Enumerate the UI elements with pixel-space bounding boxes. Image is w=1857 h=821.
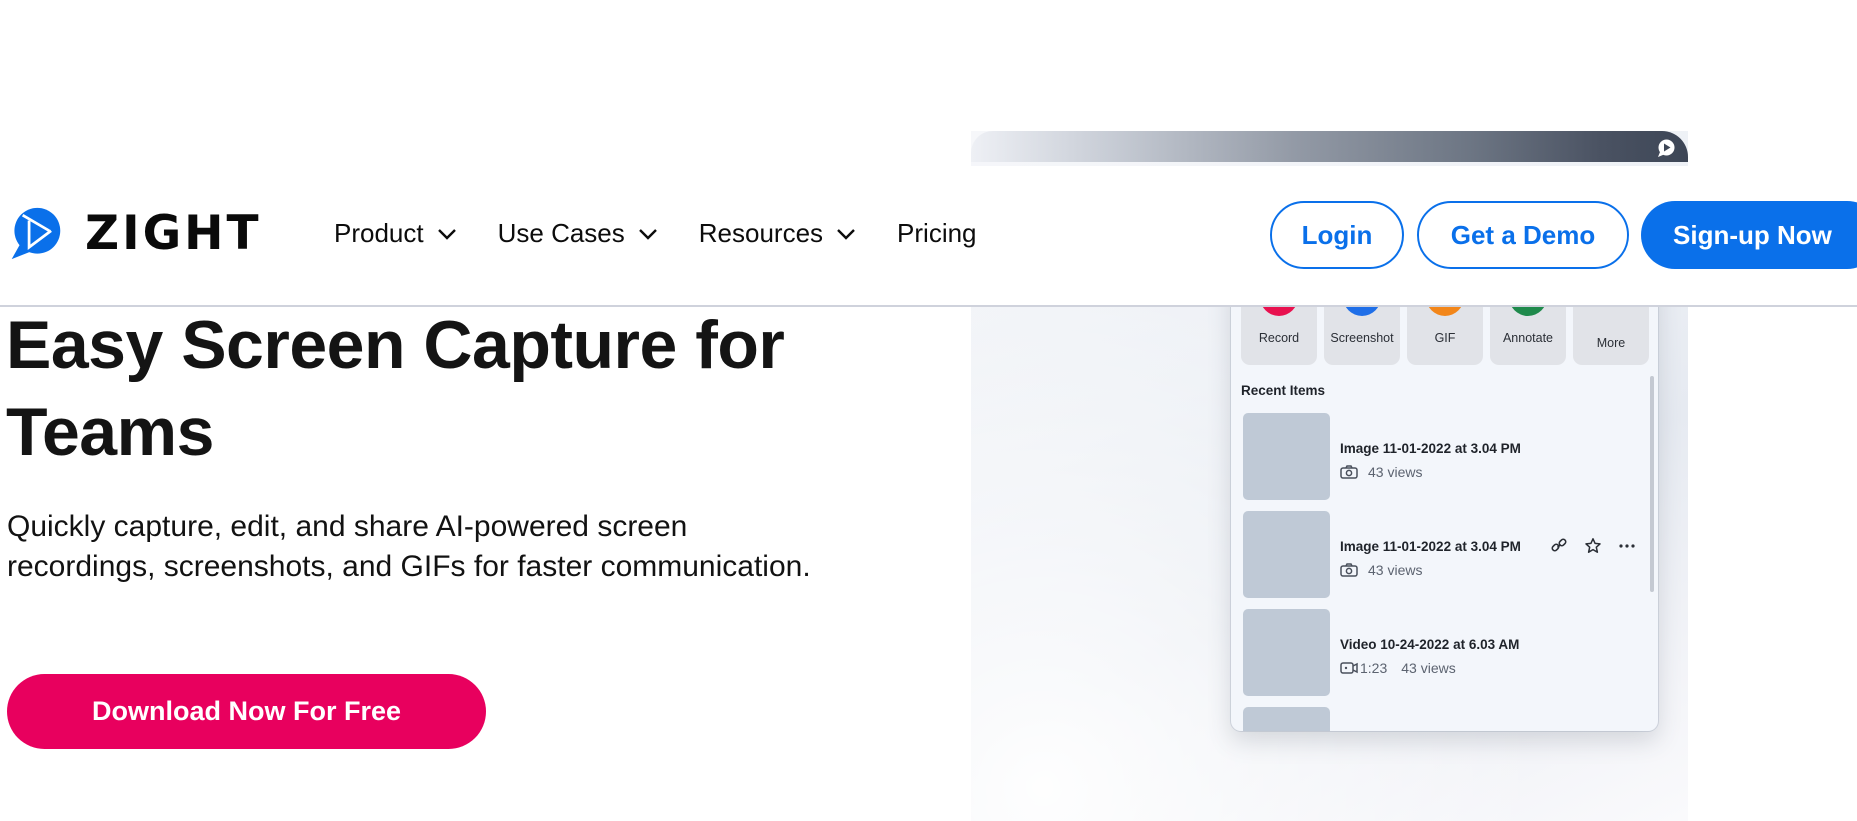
camera-icon	[1340, 563, 1358, 577]
recent-item[interactable]	[1243, 707, 1633, 731]
item-title: Image 11-01-2022 at 3.04 PM	[1340, 539, 1521, 554]
nav-item-label: Pricing	[897, 218, 977, 248]
quick-action-label: More	[1596, 336, 1626, 350]
zight-small-logo-icon	[1658, 139, 1675, 157]
hero-subtitle: Quickly capture, edit, and share AI-powe…	[7, 510, 811, 583]
brand-name: ZIGHT	[85, 206, 262, 261]
nav-item-use-cases[interactable]: Use Cases	[498, 218, 659, 249]
brand-logo[interactable]: ZIGHT	[8, 206, 262, 261]
item-views: 43 views	[1401, 660, 1456, 676]
preview-window-bar	[971, 131, 1688, 162]
nav-item-label: Resources	[698, 218, 824, 248]
nav-item-label: Product	[334, 218, 424, 248]
item-views: 43 views	[1368, 562, 1423, 578]
hero-title: Easy Screen Capture for Teams	[6, 307, 785, 470]
item-title: Video 10-24-2022 at 6.03 AM	[1340, 637, 1520, 652]
get-demo-button[interactable]: Get a Demo	[1417, 201, 1629, 269]
nav-item-resources[interactable]: Resources	[699, 218, 857, 249]
camera-icon	[1340, 465, 1358, 479]
app-preview-card: Record Screenshot GIF Annotate More Rece…	[1231, 270, 1658, 731]
item-actions	[1550, 537, 1636, 555]
main-nav: Product Use Cases Resources Pricing	[334, 218, 977, 249]
chevron-down-icon	[638, 228, 657, 240]
item-thumbnail	[1243, 511, 1330, 598]
star-icon[interactable]	[1584, 537, 1602, 555]
login-button[interactable]: Login	[1270, 201, 1404, 269]
nav-item-pricing[interactable]: Pricing	[897, 218, 976, 249]
recent-item[interactable]: Image 11-01-2022 at 3.04 PM 43 views	[1243, 511, 1636, 609]
item-title: Image 11-01-2022 at 3.04 PM	[1340, 441, 1521, 456]
signup-button[interactable]: Sign-up Now	[1641, 201, 1857, 269]
video-camera-icon	[1340, 662, 1358, 674]
item-meta: 43 views	[1340, 562, 1422, 578]
recent-items-list: Image 11-01-2022 at 3.04 PM 43 views Ima…	[1243, 413, 1636, 731]
recent-items-scrollbar[interactable]	[1650, 376, 1654, 592]
chevron-down-icon	[837, 228, 855, 240]
item-meta: 1:23 43 views	[1340, 660, 1456, 676]
item-views: 43 views	[1368, 464, 1423, 480]
more-options-icon[interactable]	[1618, 537, 1636, 555]
quick-action-label: GIF	[1434, 331, 1456, 345]
recent-item[interactable]: Video 10-24-2022 at 6.03 AM 1:23 43 view…	[1243, 609, 1633, 707]
recent-item[interactable]: Image 11-01-2022 at 3.04 PM 43 views	[1243, 413, 1633, 511]
item-meta: 43 views	[1340, 464, 1422, 480]
site-header: ZIGHT Product Use Cases Resources Pricin…	[0, 166, 1857, 307]
quick-action-label: Annotate	[1502, 331, 1554, 345]
nav-item-product[interactable]: Product	[334, 218, 458, 249]
item-thumbnail	[1243, 413, 1330, 500]
zight-play-bubble-icon	[11, 207, 61, 260]
item-thumbnail	[1243, 707, 1330, 731]
link-icon[interactable]	[1550, 537, 1568, 555]
recent-items-heading: Recent Items	[1241, 383, 1326, 398]
item-thumbnail	[1243, 609, 1330, 696]
quick-action-label: Screenshot	[1330, 331, 1394, 345]
nav-item-label: Use Cases	[497, 218, 625, 248]
download-button[interactable]: Download Now For Free	[7, 674, 486, 749]
quick-action-label: Record	[1258, 331, 1300, 345]
item-duration: 1:23	[1360, 660, 1388, 676]
chevron-down-icon	[437, 228, 456, 240]
